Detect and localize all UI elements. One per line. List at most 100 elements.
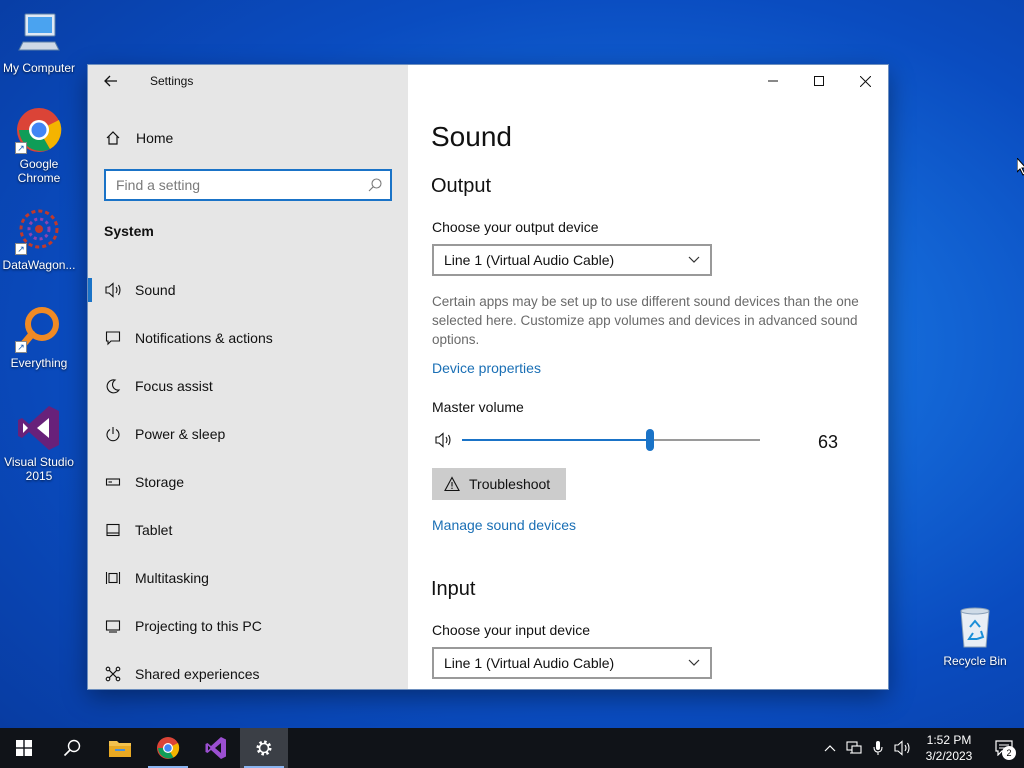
desktop-icon-datawagon[interactable]: ↗ DataWagon... — [0, 207, 78, 272]
warning-icon — [444, 476, 460, 492]
desktop-icon-recycle-bin[interactable]: Recycle Bin — [936, 603, 1014, 668]
device-properties-link[interactable]: Device properties — [432, 360, 541, 376]
volume-value: 63 — [818, 432, 839, 452]
close-icon — [859, 75, 871, 87]
taskbar: 1:52 PM 3/2/2023 2 — [0, 728, 1024, 768]
desktop-icon-label: DataWagon... — [2, 258, 76, 272]
volume-icon[interactable] — [434, 432, 452, 450]
close-button[interactable] — [842, 65, 888, 97]
system-tray: 1:52 PM 3/2/2023 2 — [818, 728, 1024, 768]
sidebar-nav: Sound Notifications & actions Focus assi… — [88, 266, 408, 689]
action-center-button[interactable]: 2 — [984, 728, 1024, 768]
window-title: Settings — [150, 74, 194, 88]
taskbar-search-button[interactable] — [48, 728, 96, 768]
chevron-down-icon — [688, 659, 700, 666]
volume-slider-fill — [462, 439, 650, 441]
notification-count-badge: 2 — [1002, 746, 1016, 760]
back-arrow-icon — [104, 75, 117, 87]
back-button[interactable] — [88, 65, 134, 97]
troubleshoot-button[interactable]: Troubleshoot — [432, 468, 566, 500]
desktop-icon-label: Visual Studio 2015 — [4, 455, 74, 483]
speaker-icon — [894, 740, 910, 756]
clock-date: 3/2/2023 — [925, 749, 973, 763]
taskbar-clock[interactable]: 1:52 PM 3/2/2023 — [914, 732, 984, 764]
sidebar-item-label: Sound — [135, 282, 176, 298]
projector-icon — [104, 617, 122, 635]
sidebar-item-tablet[interactable]: Tablet — [88, 506, 408, 554]
recycle-bin-icon — [951, 603, 999, 651]
sidebar-item-sound[interactable]: Sound — [88, 266, 408, 314]
input-device-dropdown[interactable]: Line 1 (Virtual Audio Cable) — [432, 647, 712, 679]
troubleshoot-label: Troubleshoot — [469, 476, 551, 492]
sidebar-item-projecting[interactable]: Projecting to this PC — [88, 602, 408, 650]
sidebar-item-label: Multitasking — [135, 570, 209, 586]
home-icon — [104, 130, 122, 146]
search-icon — [63, 739, 81, 757]
volume-slider-thumb[interactable] — [645, 429, 654, 451]
master-volume-row: 63 — [432, 428, 852, 454]
minimize-button[interactable] — [750, 65, 796, 97]
master-volume-label: Master volume — [432, 399, 524, 415]
chrome-icon: ↗ — [15, 106, 63, 154]
desktop-icon-label: Recycle Bin — [943, 654, 1007, 668]
storage-icon — [104, 473, 122, 491]
sidebar-item-label: Tablet — [135, 522, 173, 538]
output-heading: Output — [431, 175, 492, 197]
output-device-dropdown[interactable]: Line 1 (Virtual Audio Cable) — [432, 244, 712, 276]
share-icon — [104, 665, 122, 683]
sidebar-item-label: Notifications & actions — [135, 330, 273, 346]
desktop-icon-google-chrome[interactable]: ↗ Google Chrome — [0, 106, 78, 185]
search-box[interactable] — [104, 169, 392, 201]
tray-overflow-button[interactable] — [818, 728, 842, 768]
search-icon[interactable] — [368, 178, 382, 192]
moon-icon — [104, 377, 122, 395]
maximize-button[interactable] — [796, 65, 842, 97]
sidebar-item-focus-assist[interactable]: Focus assist — [88, 362, 408, 410]
window-controls — [750, 65, 888, 97]
sidebar-item-label: Projecting to this PC — [135, 618, 262, 634]
shortcut-arrow-icon: ↗ — [15, 142, 27, 154]
taskbar-settings[interactable] — [240, 728, 288, 768]
volume-slider[interactable] — [462, 429, 760, 451]
section-heading-system: System — [104, 223, 154, 239]
taskbar-chrome[interactable] — [144, 728, 192, 768]
desktop-icon-visual-studio[interactable]: Visual Studio 2015 — [0, 404, 78, 483]
microphone-icon — [873, 741, 883, 755]
output-device-value: Line 1 (Virtual Audio Cable) — [444, 252, 615, 268]
chrome-icon — [157, 737, 180, 759]
network-icon — [846, 741, 862, 754]
tray-volume[interactable] — [890, 728, 914, 768]
desktop-icon-label: Everything — [10, 356, 68, 370]
maximize-icon — [814, 76, 824, 86]
start-button[interactable] — [0, 728, 48, 768]
desktop-icon-label: Google Chrome — [17, 157, 61, 185]
minimize-icon — [768, 80, 778, 82]
sidebar-item-label: Focus assist — [135, 378, 213, 394]
input-device-label: Choose your input device — [432, 622, 590, 638]
sidebar-item-power-sleep[interactable]: Power & sleep — [88, 410, 408, 458]
taskbar-visual-studio[interactable] — [192, 728, 240, 768]
sidebar-item-multitasking[interactable]: Multitasking — [88, 554, 408, 602]
desktop-icon-everything[interactable]: ↗ Everything — [0, 305, 78, 370]
manage-sound-devices-link[interactable]: Manage sound devices — [432, 517, 576, 533]
input-heading: Input — [431, 578, 476, 600]
search-input[interactable] — [116, 177, 368, 193]
settings-window: Settings Home System Sound Notifications… — [88, 65, 888, 689]
desktop-icon-label: My Computer — [2, 61, 76, 75]
visual-studio-icon — [205, 737, 226, 759]
tray-network[interactable] — [842, 728, 866, 768]
sidebar-item-shared-experiences[interactable]: Shared experiences — [88, 650, 408, 689]
multitasking-icon — [104, 569, 122, 587]
home-link[interactable]: Home — [104, 125, 173, 151]
power-icon — [104, 425, 122, 443]
tablet-icon — [104, 521, 122, 539]
title-bar: Settings — [88, 65, 408, 97]
taskbar-file-explorer[interactable] — [96, 728, 144, 768]
shortcut-arrow-icon: ↗ — [15, 243, 27, 255]
tray-microphone[interactable] — [866, 728, 890, 768]
clock-time: 1:52 PM — [926, 733, 972, 747]
sidebar-item-storage[interactable]: Storage — [88, 458, 408, 506]
sidebar-item-notifications[interactable]: Notifications & actions — [88, 314, 408, 362]
desktop-icon-my-computer[interactable]: My Computer — [0, 10, 78, 75]
sidebar-item-label: Power & sleep — [135, 426, 226, 442]
